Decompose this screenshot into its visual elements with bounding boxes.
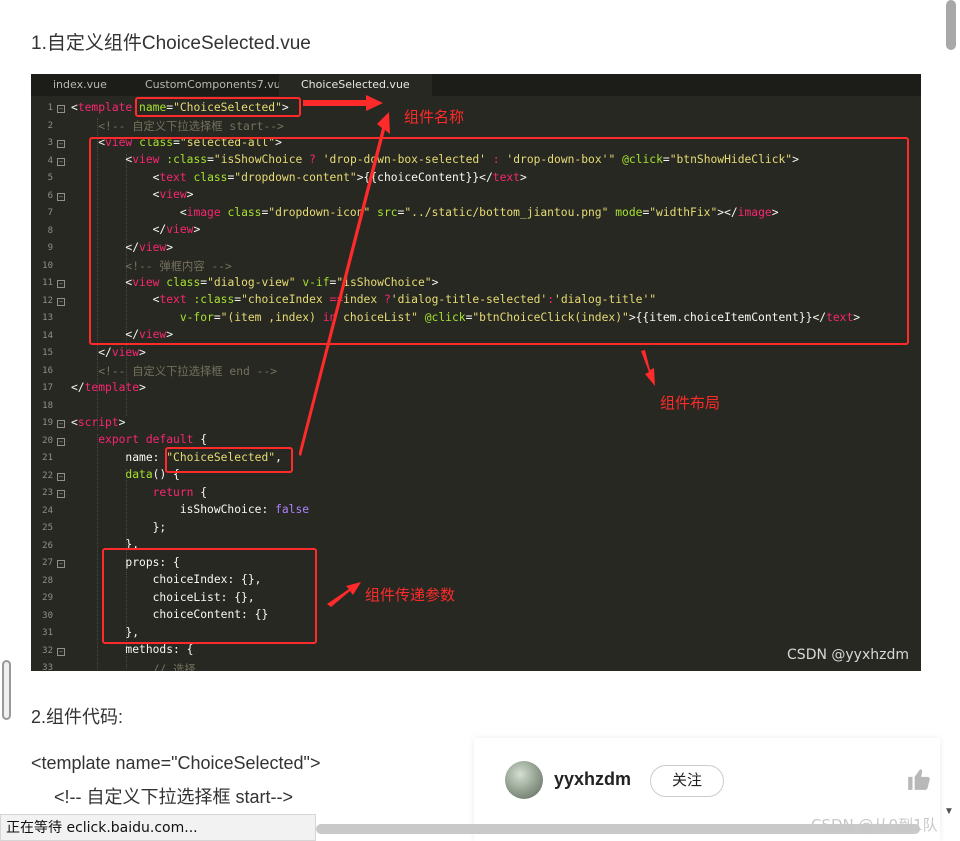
annotation-component-name: 组件名称 <box>404 108 465 126</box>
avatar[interactable] <box>505 761 543 799</box>
vertical-scrollbar-thumb[interactable] <box>946 0 956 50</box>
screenshot-watermark: CSDN @yyxhzdm <box>787 647 909 663</box>
vertical-scrollbar[interactable] <box>942 0 960 820</box>
section-heading-2: 2.组件代码: <box>31 707 124 727</box>
article-page: 1.自定义组件ChoiceSelected.vue index.vue Cust… <box>0 0 960 841</box>
left-edge-handle[interactable] <box>2 660 11 720</box>
status-bar: 正在等待 eclick.baidu.com... <box>0 814 316 841</box>
code-text-line: <!-- 自定义下拉选择框 start--> <box>54 787 294 807</box>
annotation-component-params: 组件传递参数 <box>365 586 456 604</box>
arrow-to-params-label <box>327 582 361 607</box>
code-text-line: <template name="ChoiceSelected"> <box>31 753 321 773</box>
section-heading-1: 1.自定义组件ChoiceSelected.vue <box>31 33 311 54</box>
arrow-to-name-label <box>303 95 383 111</box>
page-watermark: CSDN @从0到1队 <box>811 816 938 834</box>
annotation-component-layout: 组件布局 <box>660 394 721 412</box>
arrow-to-layout-label <box>641 350 655 386</box>
follow-button[interactable]: 关注 <box>650 765 724 797</box>
scroll-down-arrow-icon[interactable]: ▼ <box>944 806 954 817</box>
annotation-arrows <box>299 95 655 607</box>
arrow-name-link <box>299 112 390 456</box>
thumbs-up-icon[interactable] <box>906 766 932 792</box>
author-name[interactable]: yyxhzdm <box>554 769 631 790</box>
code-screenshot: index.vue CustomComponents7.vue ChoiceSe… <box>31 74 921 671</box>
